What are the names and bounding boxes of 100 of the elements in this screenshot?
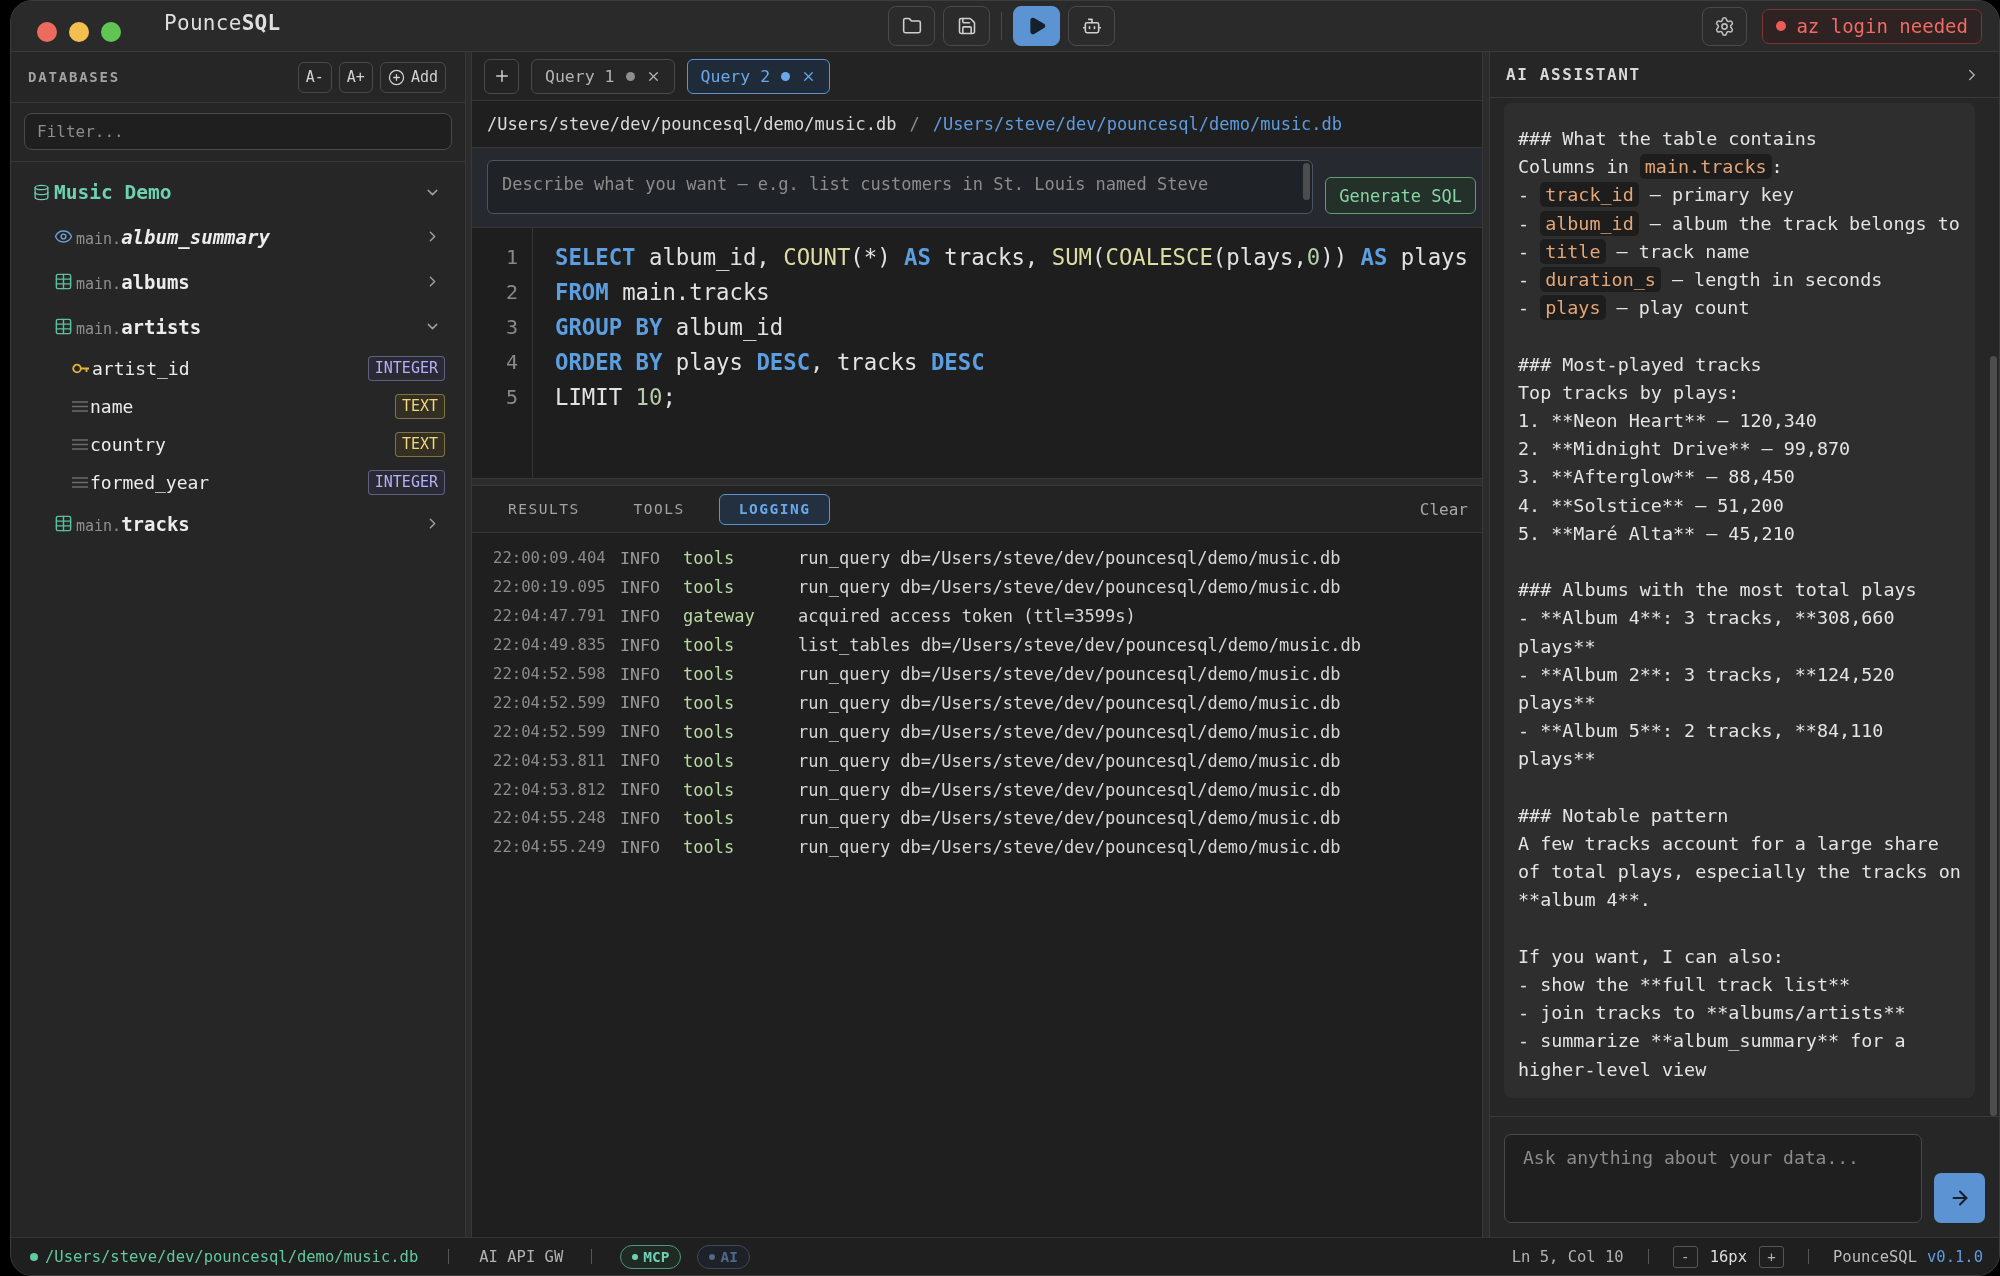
table-icon — [54, 317, 73, 336]
message-line: - plays — play count — [1518, 294, 1751, 323]
message-line: - summarize **album_summary** for a higher-level view — [1518, 1029, 1907, 1082]
log-source: tools — [683, 808, 736, 829]
column-name[interactable]: country — [90, 433, 166, 455]
cursor-position: Ln 5, Col 10 — [1511, 1247, 1624, 1266]
message-line: 2. **Midnight Drive** — 99,870 — [1518, 437, 1852, 462]
scrollbar-thumb[interactable] — [1303, 163, 1311, 200]
log-time: 22:04:52.599 — [493, 693, 607, 712]
message-line: - duration_s — length in seconds — [1518, 266, 1968, 295]
type-tag: TEXT — [394, 393, 445, 419]
panel-tab[interactable]: RESULTS — [488, 493, 600, 525]
code-line: LIMIT 10; — [555, 383, 677, 412]
new-tab-button[interactable] — [484, 58, 519, 94]
code-line: ORDER BY plays DESC, tracks DESC — [555, 348, 986, 377]
code-line: GROUP BY album_id — [555, 313, 785, 343]
message-line: 3. **Afterglow** — 88,450 — [1518, 465, 1796, 490]
log-source: tools — [683, 664, 736, 684]
message-line: - join tracks to **albums/artists** — [1518, 1001, 1907, 1026]
decrease-button[interactable]: - — [1672, 1245, 1698, 1268]
message-line: Top tracks by plays: — [1518, 380, 1741, 405]
message-line: - show the **full track list** — [1518, 973, 1852, 998]
settings-button[interactable] — [1702, 6, 1748, 46]
message-line: - **Album 4**: 3 tracks, **308,660 plays** — [1518, 606, 1896, 659]
table-name[interactable]: main.tracks — [76, 512, 190, 535]
send-button[interactable] — [1934, 1173, 1985, 1223]
message-line: ### Most-played tracks — [1518, 352, 1763, 377]
close-button[interactable] — [37, 21, 57, 42]
type-tag: TEXT — [394, 431, 445, 457]
message-line: - track_id — primary key — [1518, 181, 1795, 210]
key-icon — [72, 362, 90, 374]
add-button[interactable]: Add — [379, 61, 446, 93]
font-size-button[interactable]: A- — [297, 61, 332, 93]
message-line: 4. **Solstice** — 51,200 — [1518, 493, 1785, 518]
gateway-label: AI API GW — [479, 1247, 564, 1266]
app-title: PounceSQL — [164, 10, 281, 35]
status-dot-icon — [30, 1252, 38, 1261]
log-source: tools — [683, 837, 736, 858]
log-time: 22:04:55.249 — [493, 838, 607, 857]
open-button[interactable] — [888, 6, 935, 46]
log-source: gateway — [683, 606, 756, 627]
message-line: - album_id — album the track belongs to — [1518, 209, 1961, 238]
type-tag: INTEGER — [367, 469, 445, 495]
column-name[interactable]: artist_id — [92, 357, 190, 379]
filter-field[interactable]: Filter... — [24, 113, 452, 150]
panel-tab[interactable]: TOOLS — [613, 493, 705, 525]
table-icon — [54, 514, 73, 533]
status-dot-icon — [632, 1253, 639, 1260]
type-tag: INTEGER — [367, 355, 445, 381]
message-line: 1. **Neon Heart** — 120,340 — [1518, 409, 1818, 433]
log-message: run_query db=/Users/steve/dev/pouncesql/demo/music.db — [798, 837, 1342, 858]
log-time: 22:04:47.791 — [493, 607, 607, 626]
font-size-button[interactable]: A+ — [338, 61, 373, 93]
query-tab[interactable]: Query 2 — [686, 58, 831, 94]
lines-icon — [72, 476, 88, 488]
column-name[interactable]: name — [90, 395, 134, 417]
database-path: /Users/steve/dev/pouncesql/demo/music.db — [487, 114, 897, 134]
scrollbar-thumb[interactable] — [1990, 356, 1997, 1116]
log-message: run_query db=/Users/steve/dev/pouncesql/demo/music.db — [798, 692, 1342, 713]
line-number: 3 — [504, 314, 518, 341]
query-tab[interactable]: Query 1 — [531, 58, 675, 94]
maximize-button[interactable] — [101, 21, 121, 42]
minimize-button[interactable] — [69, 21, 89, 42]
log-level: INFO — [620, 808, 661, 828]
status-pill[interactable]: MCP — [620, 1244, 682, 1269]
panel-tab[interactable]: LOGGING — [718, 493, 831, 525]
current-path-link[interactable]: /Users/steve/dev/pouncesql/demo/music.db — [932, 114, 1343, 134]
generate-sql-button[interactable]: Generate SQL — [1325, 177, 1476, 214]
assistant-button[interactable] — [1068, 6, 1115, 46]
message-line: - **Album 5**: 2 tracks, **84,110 plays** — [1518, 719, 1885, 772]
log-level: INFO — [620, 722, 661, 742]
log-source: tools — [683, 548, 736, 569]
log-message: run_query db=/Users/steve/dev/pouncesql/demo/music.db — [798, 808, 1342, 829]
table-name[interactable]: main.artists — [76, 315, 202, 338]
lines-icon — [72, 438, 88, 450]
table-name[interactable]: main.albums — [76, 270, 190, 293]
log-message: acquired access token (ttl=3599s) — [798, 606, 1137, 627]
lines-icon — [72, 400, 88, 412]
clear-button[interactable]: Clear — [1419, 499, 1468, 519]
prompt-field[interactable]: Describe what you want — e.g. list customers in St. Louis named Steve — [487, 160, 1314, 214]
login-status-button[interactable]: az login needed — [1762, 8, 1982, 44]
log-source: tools — [683, 692, 736, 713]
message-line: ### Notable pattern — [1518, 803, 1730, 828]
save-button[interactable] — [943, 6, 990, 46]
code-line: SELECT album_id, COUNT(*) AS tracks, SUM(COALESCE(plays,0)) AS plays — [555, 243, 1469, 273]
increase-button[interactable]: + — [1759, 1245, 1784, 1268]
table-icon — [54, 272, 73, 291]
run-button[interactable] — [1013, 6, 1060, 46]
column-name[interactable]: formed_year — [90, 471, 210, 493]
message-line: If you want, I can also: — [1518, 944, 1785, 969]
log-level: INFO — [620, 837, 661, 857]
message-line: Columns in main.tracks : — [1518, 153, 1784, 182]
view-name[interactable]: main.album_summary — [76, 225, 270, 248]
log-time: 22:04:53.811 — [493, 751, 607, 770]
database-name[interactable]: Music Demo — [54, 180, 172, 204]
log-level: INFO — [620, 780, 661, 800]
chat-input[interactable]: Ask anything about your data... — [1504, 1134, 1922, 1223]
log-source: tools — [683, 635, 736, 656]
code-line: FROM main.tracks — [555, 278, 771, 307]
log-level: INFO — [620, 577, 661, 597]
